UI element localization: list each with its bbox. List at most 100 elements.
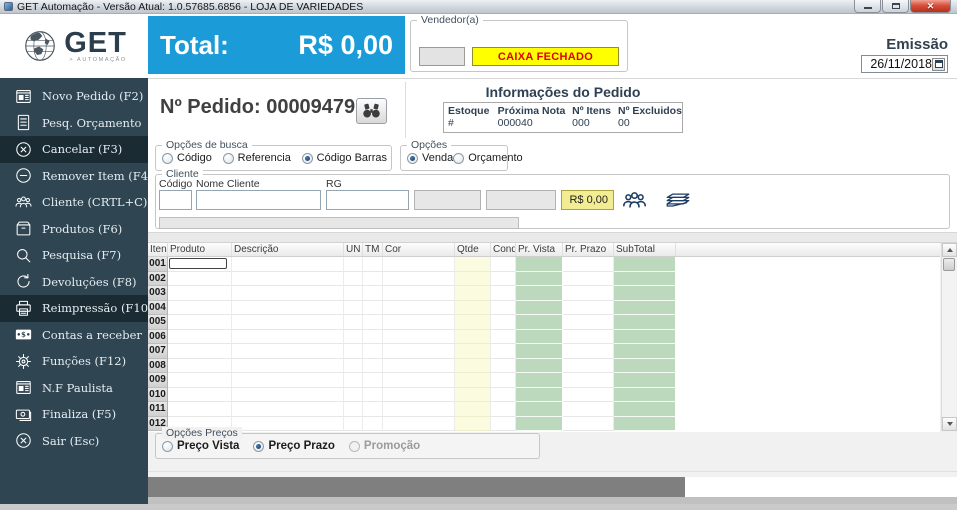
column-header-cond[interactable]: Cond xyxy=(491,243,516,256)
cell-cor[interactable] xyxy=(383,330,455,345)
calendar-button[interactable] xyxy=(932,58,945,71)
cell-produto[interactable] xyxy=(168,402,232,417)
sidebar-item-funcoes-f12[interactable]: Funções (F12) xyxy=(0,348,148,375)
sidebar-item-finaliza-f5[interactable]: Finaliza (F5) xyxy=(0,401,148,428)
cell-cor[interactable] xyxy=(383,257,455,272)
cell-pr-vista[interactable] xyxy=(516,373,563,388)
cell-descricao[interactable] xyxy=(232,286,344,301)
cell-qtde[interactable] xyxy=(455,286,491,301)
table-row-005[interactable]: 005 xyxy=(148,315,940,330)
cell-subtotal[interactable] xyxy=(614,388,676,403)
cell-cor[interactable] xyxy=(383,359,455,374)
cell-cond[interactable] xyxy=(491,315,516,330)
cell-pr-prazo[interactable] xyxy=(563,330,614,345)
cell-pr-prazo[interactable] xyxy=(563,402,614,417)
cell-qtde[interactable] xyxy=(455,301,491,316)
column-header-pr-prazo[interactable]: Pr. Prazo xyxy=(563,243,614,256)
cell-cond[interactable] xyxy=(491,286,516,301)
cell-pr-vista[interactable] xyxy=(516,301,563,316)
column-header-un[interactable]: UN xyxy=(344,243,363,256)
cell-descricao[interactable] xyxy=(232,344,344,359)
cell-produto[interactable] xyxy=(168,286,232,301)
radio-codigo[interactable]: Código xyxy=(162,152,212,164)
radio-referencia[interactable]: Referencia xyxy=(223,152,291,164)
cell-pr-prazo[interactable] xyxy=(563,286,614,301)
cell-tm[interactable] xyxy=(363,359,383,374)
cell-subtotal[interactable] xyxy=(614,330,676,345)
column-header-itens[interactable]: Itens xyxy=(148,243,168,256)
nome-cliente-input[interactable] xyxy=(196,190,321,210)
cell-pr-prazo[interactable] xyxy=(563,417,614,432)
cell-cond[interactable] xyxy=(491,257,516,272)
table-row-011[interactable]: 011 xyxy=(148,402,940,417)
cell-cond[interactable] xyxy=(491,301,516,316)
cell-cor[interactable] xyxy=(383,272,455,287)
cell-qtde[interactable] xyxy=(455,315,491,330)
codigo-input[interactable] xyxy=(159,190,192,210)
cell-pr-vista[interactable] xyxy=(516,257,563,272)
radio-button-icon[interactable] xyxy=(162,153,173,164)
sidebar-item-cancelar-f3[interactable]: Cancelar (F3) xyxy=(0,136,148,163)
radio-orcamento[interactable]: Orçamento xyxy=(453,152,522,164)
cell-cond[interactable] xyxy=(491,330,516,345)
cell-pr-prazo[interactable] xyxy=(563,315,614,330)
cell-descricao[interactable] xyxy=(232,417,344,432)
cell-cor[interactable] xyxy=(383,388,455,403)
sidebar-item-produtos-f6[interactable]: Produtos (F6) xyxy=(0,216,148,243)
cell-qtde[interactable] xyxy=(455,330,491,345)
scroll-down-button[interactable] xyxy=(942,417,957,431)
cell-pr-prazo[interactable] xyxy=(563,301,614,316)
cell-pr-vista[interactable] xyxy=(516,330,563,345)
cell-un[interactable] xyxy=(344,373,363,388)
cell-produto[interactable] xyxy=(168,388,232,403)
sidebar-item-n-f-paulista[interactable]: N.F Paulista xyxy=(0,375,148,402)
cell-pr-vista[interactable] xyxy=(516,315,563,330)
cell-descricao[interactable] xyxy=(232,257,344,272)
cell-produto[interactable] xyxy=(168,359,232,374)
cell-pr-vista[interactable] xyxy=(516,359,563,374)
clients-icon[interactable] xyxy=(621,188,648,216)
scroll-up-button[interactable] xyxy=(942,243,957,257)
table-row-006[interactable]: 006 xyxy=(148,330,940,345)
cell-subtotal[interactable] xyxy=(614,257,676,272)
cell-cor[interactable] xyxy=(383,417,455,432)
cell-un[interactable] xyxy=(344,272,363,287)
cell-descricao[interactable] xyxy=(232,388,344,403)
cell-cor[interactable] xyxy=(383,286,455,301)
cell-pr-prazo[interactable] xyxy=(563,388,614,403)
column-header-pr-vista[interactable]: Pr. Vista xyxy=(516,243,563,256)
cell-produto[interactable] xyxy=(168,330,232,345)
cell-subtotal[interactable] xyxy=(614,344,676,359)
cell-tm[interactable] xyxy=(363,286,383,301)
table-row-009[interactable]: 009 xyxy=(148,373,940,388)
cell-descricao[interactable] xyxy=(232,373,344,388)
pedido-search-button[interactable] xyxy=(356,98,387,124)
vendedor-code-input[interactable] xyxy=(419,47,465,66)
cash-icon[interactable] xyxy=(664,188,692,215)
sidebar-item-sair-esc[interactable]: Sair (Esc) xyxy=(0,428,148,455)
cell-produto[interactable] xyxy=(168,315,232,330)
cell-tm[interactable] xyxy=(363,315,383,330)
radio-preco-vista[interactable]: Preço Vista xyxy=(162,440,239,452)
sidebar-item-novo-pedido-f2[interactable]: Novo Pedido (F2) xyxy=(0,83,148,110)
cell-cond[interactable] xyxy=(491,373,516,388)
cell-subtotal[interactable] xyxy=(614,272,676,287)
radio-button-icon[interactable] xyxy=(162,441,173,452)
radio-button-icon[interactable] xyxy=(453,153,464,164)
cell-tm[interactable] xyxy=(363,373,383,388)
cell-pr-vista[interactable] xyxy=(516,272,563,287)
cell-qtde[interactable] xyxy=(455,373,491,388)
scrollbar-thumb[interactable] xyxy=(943,258,955,271)
cell-tm[interactable] xyxy=(363,272,383,287)
column-header-descricao[interactable]: Descrição xyxy=(232,243,344,256)
cell-qtde[interactable] xyxy=(455,344,491,359)
cell-tm[interactable] xyxy=(363,417,383,432)
radio-button-icon[interactable] xyxy=(253,441,264,452)
produto-input[interactable] xyxy=(169,258,227,269)
table-row-001[interactable]: 001 xyxy=(148,257,940,272)
sidebar-item-remover-item-f4[interactable]: Remover Item (F4) xyxy=(0,163,148,190)
sidebar-item-devolucoes-f8[interactable]: Devoluções (F8) xyxy=(0,269,148,296)
radio-codigo-barras[interactable]: Código Barras xyxy=(302,152,387,164)
cell-produto[interactable] xyxy=(168,344,232,359)
cell-descricao[interactable] xyxy=(232,330,344,345)
